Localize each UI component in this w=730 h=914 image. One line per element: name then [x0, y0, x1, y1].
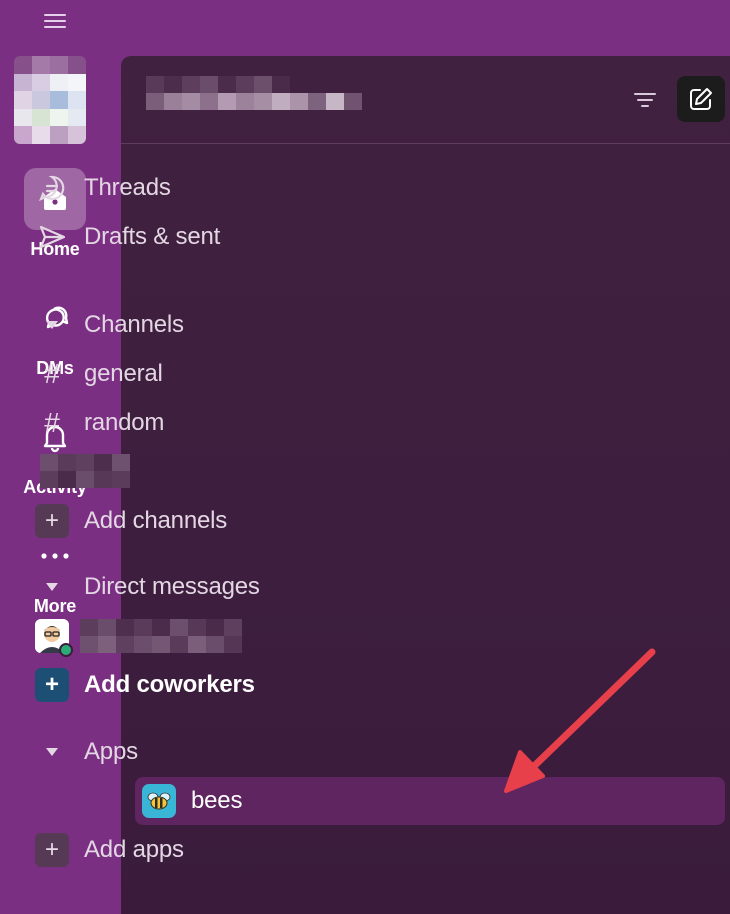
section-dm-header[interactable]: Direct messages: [14, 563, 604, 611]
add-channels-label: Add channels: [84, 507, 228, 534]
hash-icon: #: [44, 407, 60, 438]
filter-icon[interactable]: [633, 90, 657, 110]
add-coworkers-button[interactable]: + Add coworkers: [14, 661, 604, 709]
channel-item-general[interactable]: # general: [14, 350, 604, 398]
bee-icon: [142, 784, 176, 818]
caret-down-icon: [32, 320, 72, 330]
app-name: bees: [191, 787, 243, 814]
workspace-name-redacted[interactable]: [146, 76, 362, 110]
add-coworkers-label: Add coworkers: [84, 671, 255, 698]
send-icon: [32, 223, 72, 251]
redacted-channel-name: [40, 454, 130, 488]
caret-down-icon: [32, 582, 72, 592]
dm-header-label: Direct messages: [84, 573, 260, 600]
hash-icon: #: [44, 358, 60, 389]
add-apps-label: Add apps: [84, 836, 184, 863]
channel-name: general: [84, 360, 163, 387]
section-apps-header[interactable]: Apps: [14, 728, 604, 776]
redacted-dm-name: [80, 619, 242, 653]
plus-icon: +: [35, 504, 69, 538]
channel-item-redacted[interactable]: [14, 450, 604, 492]
presence-online-icon: [59, 643, 73, 657]
add-channels-button[interactable]: + Add channels: [14, 497, 604, 545]
channel-item-random[interactable]: # random: [14, 399, 604, 447]
add-apps-button[interactable]: + Add apps: [14, 826, 604, 874]
plus-icon: +: [35, 668, 69, 702]
caret-down-icon: [32, 747, 72, 757]
compose-button[interactable]: [677, 76, 725, 122]
nav-drafts-sent[interactable]: Drafts & sent: [14, 213, 604, 261]
nav-drafts-label: Drafts & sent: [84, 223, 221, 250]
workspace-logo[interactable]: [14, 56, 86, 144]
compose-icon: [690, 88, 712, 110]
app-item-bees[interactable]: bees: [135, 777, 725, 825]
channels-header-label: Channels: [84, 311, 184, 338]
channel-name: random: [84, 409, 165, 436]
apps-header-label: Apps: [84, 738, 138, 765]
section-channels-header[interactable]: Channels: [14, 301, 604, 349]
threads-icon: [32, 174, 72, 202]
avatar: [35, 619, 73, 657]
nav-threads[interactable]: Threads: [14, 164, 604, 212]
dm-item-redacted[interactable]: [14, 612, 604, 660]
sidebar-header: [121, 56, 730, 144]
nav-threads-label: Threads: [84, 174, 171, 201]
plus-icon: +: [35, 833, 69, 867]
menu-icon[interactable]: [44, 14, 66, 30]
